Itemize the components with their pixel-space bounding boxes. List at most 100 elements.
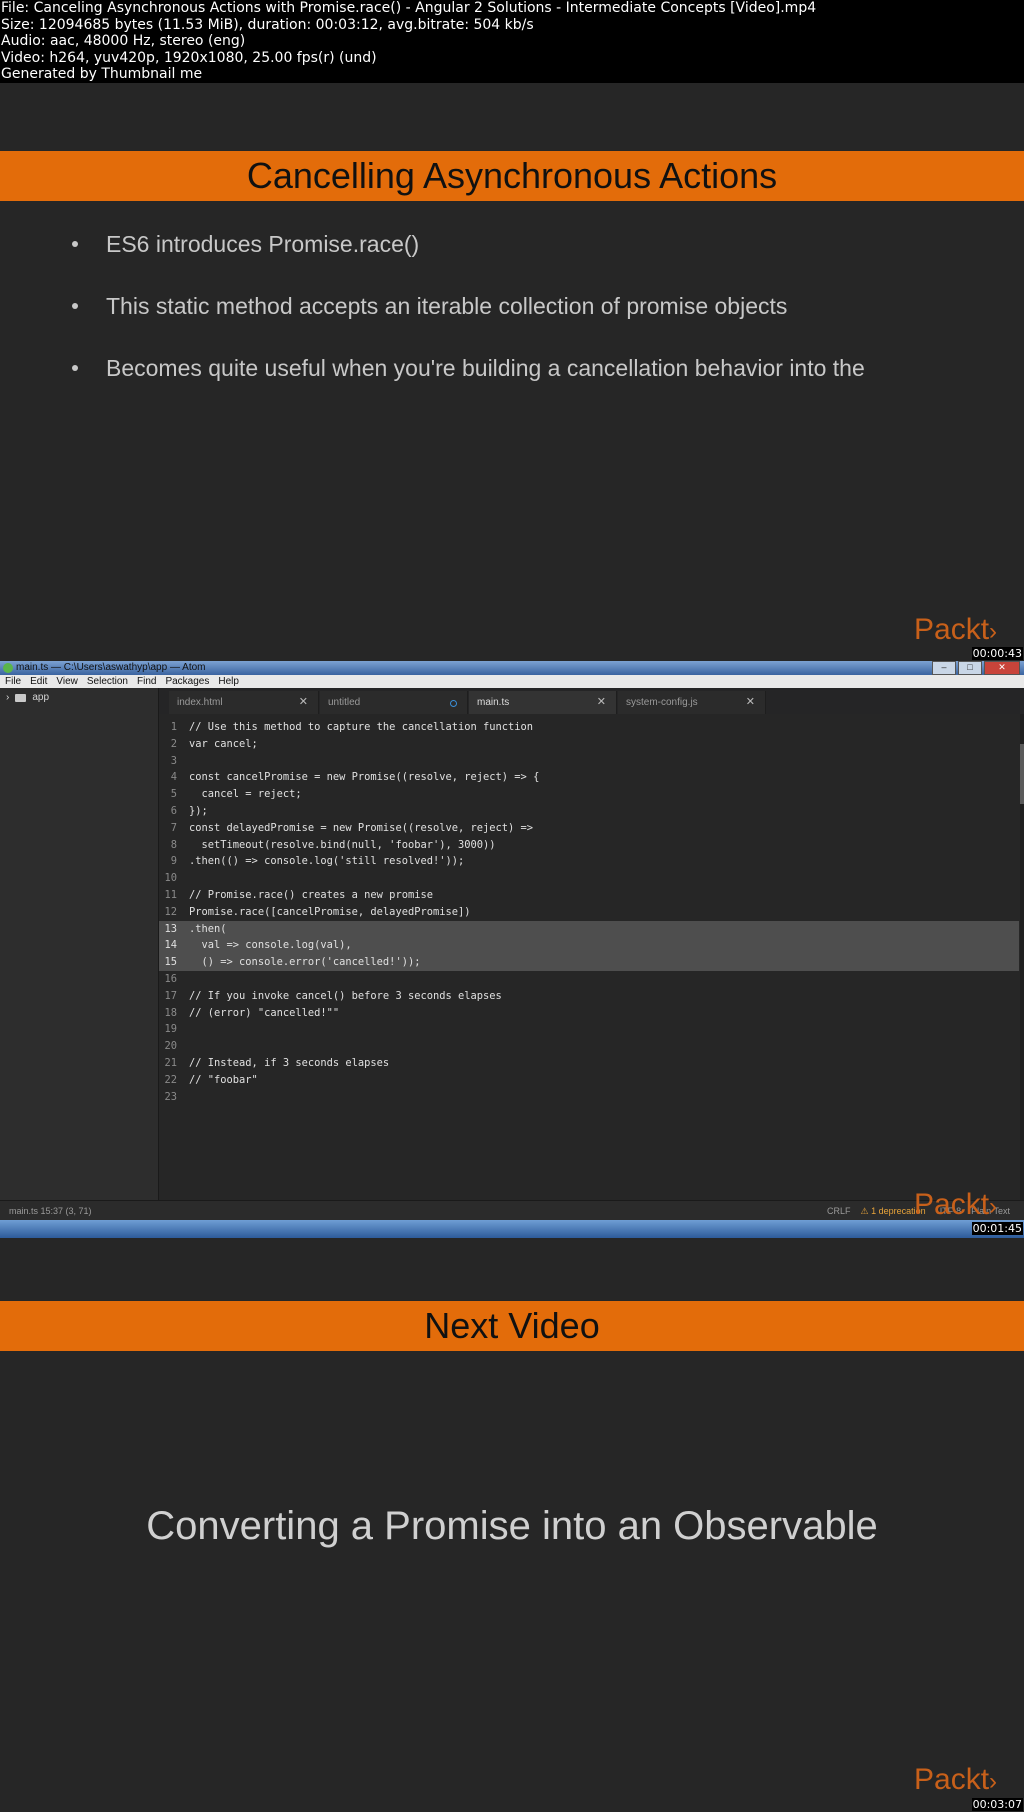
- code-line[interactable]: 23: [159, 1089, 1019, 1106]
- menu-selection[interactable]: Selection: [87, 676, 128, 687]
- code-text: const delayedPromise = new Promise((reso…: [189, 821, 534, 834]
- window-controls: – □ ✕: [932, 661, 1020, 675]
- tab-untitled[interactable]: untitled: [320, 691, 468, 714]
- modified-dot-icon: [450, 700, 457, 707]
- next-video-title: Next Video: [0, 1301, 1024, 1351]
- line-number: 9: [170, 855, 177, 868]
- minimize-icon[interactable]: –: [932, 661, 956, 675]
- code-line[interactable]: 4 const cancelPromise = new Promise((reso…: [159, 769, 1019, 786]
- code-line[interactable]: 17 // If you invoke cancel() before 3 sec…: [159, 988, 1019, 1005]
- packt-arrow-icon: ›: [989, 1768, 998, 1795]
- code-line[interactable]: 18 // (error) "cancelled!"": [159, 1005, 1019, 1022]
- line-number: 21: [164, 1057, 177, 1069]
- bullet-icon: [72, 241, 78, 247]
- line-number: 22: [164, 1073, 177, 1086]
- bullet-item: ES6 introduces Promise.race(): [72, 213, 865, 275]
- code-line[interactable]: 10: [159, 870, 1019, 887]
- code-line[interactable]: 11 // Promise.race() creates a new promis…: [159, 887, 1019, 904]
- cursor-position[interactable]: main.ts 15:37 (3, 71): [9, 1201, 92, 1221]
- scrollbar-thumb[interactable]: [1020, 744, 1024, 804]
- code-text: cancel = reject;: [189, 788, 302, 801]
- packt-arrow-icon: ›: [989, 1193, 998, 1220]
- folder-icon: [15, 693, 27, 702]
- audio-line: Audio: aac, 48000 Hz, stereo (eng): [1, 33, 246, 49]
- line-number: 10: [164, 872, 177, 885]
- code-line[interactable]: 21 // Instead, if 3 seconds elapses: [159, 1055, 1019, 1072]
- window-title: main.ts — C:\Users\aswathyp\app — Atom: [16, 662, 206, 673]
- code-text: // Promise.race() creates a new promise: [189, 889, 433, 901]
- line-number: 6: [170, 805, 177, 817]
- code-line[interactable]: 2 var cancel;: [159, 736, 1019, 753]
- menu-packages[interactable]: Packages: [165, 676, 209, 687]
- code-text: // (error) "cancelled!"": [189, 1006, 340, 1019]
- line-number: 12: [164, 905, 177, 918]
- menu-find[interactable]: Find: [137, 676, 156, 687]
- packt-logo: Packt›: [914, 613, 998, 646]
- line-number: 13: [164, 922, 177, 935]
- code-line[interactable]: 1 // Use this method to capture the cance…: [159, 719, 1019, 736]
- tree-view: › app: [0, 688, 159, 1200]
- atom-editor-frame: main.ts — C:\Users\aswathyp\app — Atom –…: [0, 661, 1024, 1238]
- code-text: // Instead, if 3 seconds elapses: [189, 1057, 390, 1069]
- menu-view[interactable]: View: [56, 676, 78, 687]
- tab-main-ts[interactable]: main.ts ✕: [469, 691, 617, 714]
- code-line[interactable]: 5 cancel = reject;: [159, 786, 1019, 803]
- code-text: // "foobar": [189, 1073, 258, 1086]
- line-ending[interactable]: CRLF: [827, 1201, 851, 1221]
- line-number: 18: [164, 1006, 177, 1019]
- slide-frame-1: Cancelling Asynchronous Actions ES6 intr…: [0, 83, 1024, 661]
- code-line[interactable]: 12 Promise.race([cancelPromise, delayedPr…: [159, 904, 1019, 921]
- bullet-list: ES6 introduces Promise.race() This stati…: [72, 213, 865, 399]
- line-number: 11: [164, 889, 177, 901]
- line-number: 20: [164, 1040, 177, 1053]
- line-number: 7: [170, 821, 177, 834]
- close-icon[interactable]: ✕: [984, 661, 1020, 675]
- next-video-frame: Next Video Converting a Promise into an …: [0, 1238, 1024, 1812]
- code-line[interactable]: 19: [159, 1021, 1019, 1038]
- file-line: File: Canceling Asynchronous Actions wit…: [1, 0, 817, 16]
- slide-title: Cancelling Asynchronous Actions: [0, 151, 1024, 201]
- code-line[interactable]: 16: [159, 971, 1019, 988]
- tree-root-folder[interactable]: › app: [6, 692, 49, 703]
- close-tab-icon[interactable]: ✕: [597, 691, 606, 714]
- window-titlebar[interactable]: main.ts — C:\Users\aswathyp\app — Atom –…: [0, 661, 1024, 675]
- code-text: // Use this method to capture the cancel…: [189, 721, 534, 733]
- tab-system-config[interactable]: system-config.js ✕: [618, 691, 766, 714]
- maximize-icon[interactable]: □: [958, 661, 982, 675]
- os-taskbar: [0, 1220, 1024, 1238]
- timestamp: 00:00:43: [971, 647, 1023, 660]
- line-number: 14: [164, 939, 177, 952]
- code-line[interactable]: 9 .then(() => console.log('still resolved…: [159, 853, 1019, 870]
- chevron-right-icon: ›: [6, 692, 10, 703]
- packt-logo: Packt›: [914, 1188, 998, 1221]
- code-line[interactable]: 22 // "foobar": [159, 1072, 1019, 1089]
- code-text: // If you invoke cancel() before 3 secon…: [189, 989, 502, 1002]
- code-line[interactable]: 3: [159, 753, 1019, 770]
- editor-scrollbar[interactable]: [1020, 714, 1024, 1200]
- line-number: 3: [170, 754, 177, 767]
- menu-file[interactable]: File: [5, 676, 21, 687]
- menu-help[interactable]: Help: [218, 676, 239, 687]
- line-number: 17: [164, 989, 177, 1002]
- packt-arrow-icon: ›: [989, 618, 998, 645]
- timestamp: 00:03:07: [971, 1798, 1023, 1811]
- code-line[interactable]: 6});: [159, 803, 1019, 820]
- code-line[interactable]: 15 () => console.error('cancelled!'));: [159, 954, 1019, 971]
- line-number: 2: [170, 737, 177, 750]
- code-line[interactable]: 8 setTimeout(resolve.bind(null, 'foobar'…: [159, 837, 1019, 854]
- code-line[interactable]: 7 const delayedPromise = new Promise((res…: [159, 820, 1019, 837]
- tab-index-html[interactable]: index.html ✕: [169, 691, 319, 714]
- code-line[interactable]: 13 .then(: [159, 920, 1019, 938]
- code-editor[interactable]: 1 // Use this method to capture the cance…: [159, 714, 1024, 1200]
- status-bar: main.ts 15:37 (3, 71) CRLF ⚠ 1 deprecati…: [0, 1200, 1024, 1221]
- next-video-subtitle: Converting a Promise into an Observable: [146, 1504, 878, 1548]
- line-number: 19: [164, 1023, 177, 1036]
- warning-icon: ⚠: [860, 1206, 869, 1216]
- menu-edit[interactable]: Edit: [30, 676, 47, 687]
- code-line[interactable]: 14 val => console.log(val),: [159, 937, 1019, 955]
- close-tab-icon[interactable]: ✕: [746, 691, 755, 714]
- close-tab-icon[interactable]: ✕: [299, 691, 308, 714]
- code-text: Promise.race([cancelPromise, delayedProm…: [189, 905, 471, 918]
- code-line[interactable]: 20: [159, 1038, 1019, 1055]
- timestamp: 00:01:45: [971, 1222, 1023, 1235]
